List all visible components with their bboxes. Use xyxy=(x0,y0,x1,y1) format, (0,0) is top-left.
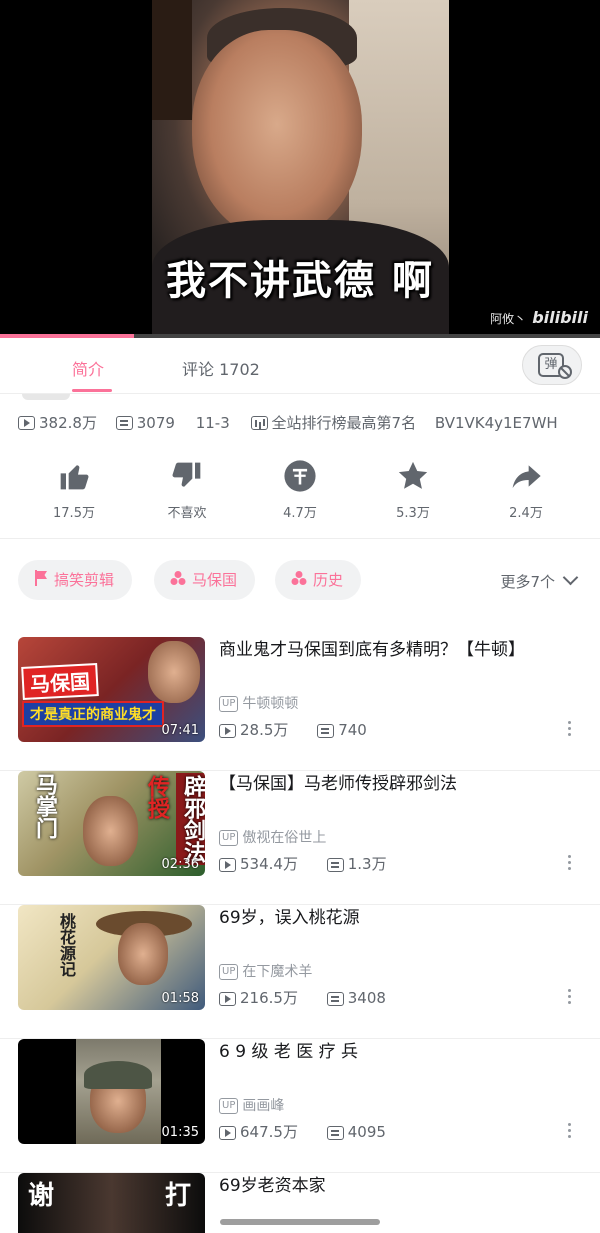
views-stat: 382.8万 xyxy=(18,412,97,433)
video-title[interactable]: 69岁老资本家 xyxy=(219,1173,579,1199)
favorite-button[interactable]: 5.3万 xyxy=(358,458,468,521)
up-badge: UP xyxy=(219,1098,239,1114)
coin-icon xyxy=(245,458,355,494)
video-duration: 01:58 xyxy=(161,991,199,1006)
video-thumbnail[interactable]: 桃花源记 01:58 xyxy=(18,905,205,1010)
video-meta: 28.5万 740 xyxy=(219,719,391,740)
active-tab-indicator xyxy=(72,389,112,392)
watermark-user: 阿攸丶 xyxy=(490,312,527,326)
video-duration: 07:41 xyxy=(161,723,199,738)
more-options-icon[interactable] xyxy=(568,1123,572,1141)
video-title[interactable]: 商业鬼才马保国到底有多精明？【牛顿】 xyxy=(219,637,579,663)
bv-id: BV1VK4y1E7WH xyxy=(434,413,558,432)
topic-icon xyxy=(170,561,186,601)
video-title[interactable]: 6 9 级 老 医 疗 兵 xyxy=(219,1039,579,1065)
danmaku-off-icon xyxy=(558,365,572,379)
video-watermark: 阿攸丶 bilibili xyxy=(490,308,588,327)
like-button[interactable]: 17.5万 xyxy=(19,458,129,521)
danmaku-count-icon xyxy=(326,1125,344,1140)
topic-icon xyxy=(291,561,307,601)
danmaku-stat: 3079 xyxy=(115,413,175,432)
more-options-icon[interactable] xyxy=(568,989,572,1007)
play-count-icon xyxy=(219,1125,236,1140)
video-title[interactable]: 【马保国】马老师传授辟邪剑法 xyxy=(219,771,579,797)
dislike-button[interactable]: 不喜欢 xyxy=(132,458,242,521)
tab-comments[interactable]: 评论 1702 xyxy=(182,356,260,380)
tag-mabaoguo[interactable]: 马保国 xyxy=(154,560,256,601)
chevron-down-icon xyxy=(562,569,579,586)
bilibili-logo: bilibili xyxy=(532,308,588,327)
tab-intro[interactable]: 简介 xyxy=(72,356,104,380)
video-meta: 216.5万 3408 xyxy=(219,987,410,1008)
danmaku-count-icon xyxy=(317,723,335,738)
play-count-icon xyxy=(219,723,236,738)
tab-bar: 简介 评论 1702 弹 xyxy=(0,338,600,394)
share-icon xyxy=(471,458,581,494)
related-video-item[interactable]: 01:35 6 9 级 老 医 疗 兵 UP 画画峰 647.5万 4095 xyxy=(0,1039,600,1173)
danmaku-toggle-button[interactable]: 弹 xyxy=(522,345,582,385)
uploader[interactable]: UP 牛顿顿顿 xyxy=(219,693,298,713)
flag-icon xyxy=(34,561,48,601)
danmaku-count-icon xyxy=(326,857,344,872)
video-meta: 534.4万 1.3万 xyxy=(219,853,411,874)
tag-history[interactable]: 历史 xyxy=(275,560,362,601)
tag-funny-edit[interactable]: 搞笑剪辑 xyxy=(18,560,133,601)
avatar-stub xyxy=(22,394,70,400)
video-thumbnail[interactable]: 马保国 才是真正的商业鬼才 07:41 xyxy=(18,637,205,742)
video-player[interactable]: 我不讲武德 啊 阿攸丶 bilibili xyxy=(0,0,600,338)
rank-stat[interactable]: 全站排行榜最高第7名 xyxy=(250,412,416,433)
video-thumbnail[interactable]: 01:35 xyxy=(18,1039,205,1144)
uploader[interactable]: UP 画画峰 xyxy=(219,1095,284,1115)
share-button[interactable]: 2.4万 xyxy=(471,458,581,521)
uploader[interactable]: UP 傲视在俗世上 xyxy=(219,827,326,847)
play-count-icon xyxy=(219,857,236,872)
publish-date: 11-3 xyxy=(195,413,230,432)
up-badge: UP xyxy=(219,696,239,712)
danmaku-count-icon xyxy=(326,991,344,1006)
video-subtitle: 我不讲武德 啊 xyxy=(166,258,434,304)
video-duration: 01:35 xyxy=(161,1125,199,1140)
video-duration: 02:36 xyxy=(161,857,199,872)
thumb-up-icon xyxy=(19,458,129,494)
home-indicator[interactable] xyxy=(220,1219,380,1225)
video-thumbnail[interactable]: 谢 打 xyxy=(18,1173,205,1233)
video-title[interactable]: 69岁，误入桃花源 xyxy=(219,905,579,931)
up-badge: UP xyxy=(219,830,239,846)
more-options-icon[interactable] xyxy=(568,855,572,873)
uploader[interactable]: UP 在下魔术羊 xyxy=(219,961,312,981)
thumb-down-icon xyxy=(132,458,242,494)
up-badge: UP xyxy=(219,964,239,980)
rank-icon xyxy=(250,415,268,430)
coin-button[interactable]: 4.7万 xyxy=(245,458,355,521)
video-thumbnail[interactable]: 马掌门 传授 辟邪剑法 02:36 xyxy=(18,771,205,876)
related-video-item[interactable]: 桃花源记 01:58 69岁，误入桃花源 UP 在下魔术羊 216.5万 3408 xyxy=(0,905,600,1039)
more-options-icon[interactable] xyxy=(568,721,572,739)
video-stats: 382.8万 3079 11-3 全站排行榜最高第7名 BV1VK4y1E7WH xyxy=(18,412,588,434)
play-count-icon xyxy=(219,991,236,1006)
star-icon xyxy=(358,458,468,494)
video-meta: 647.5万 4095 xyxy=(219,1121,410,1142)
action-row: 17.5万 不喜欢 4.7万 5.3万 2.4万 xyxy=(0,458,600,528)
section-divider xyxy=(0,538,600,539)
related-video-item[interactable]: 马掌门 传授 辟邪剑法 02:36 【马保国】马老师传授辟邪剑法 UP 傲视在俗世… xyxy=(0,771,600,905)
danmaku-count-icon xyxy=(115,415,133,430)
more-tags-button[interactable]: 更多7个 xyxy=(500,569,579,592)
play-count-icon xyxy=(18,415,35,430)
related-video-item[interactable]: 马保国 才是真正的商业鬼才 07:41 商业鬼才马保国到底有多精明？【牛顿】 U… xyxy=(0,637,600,771)
